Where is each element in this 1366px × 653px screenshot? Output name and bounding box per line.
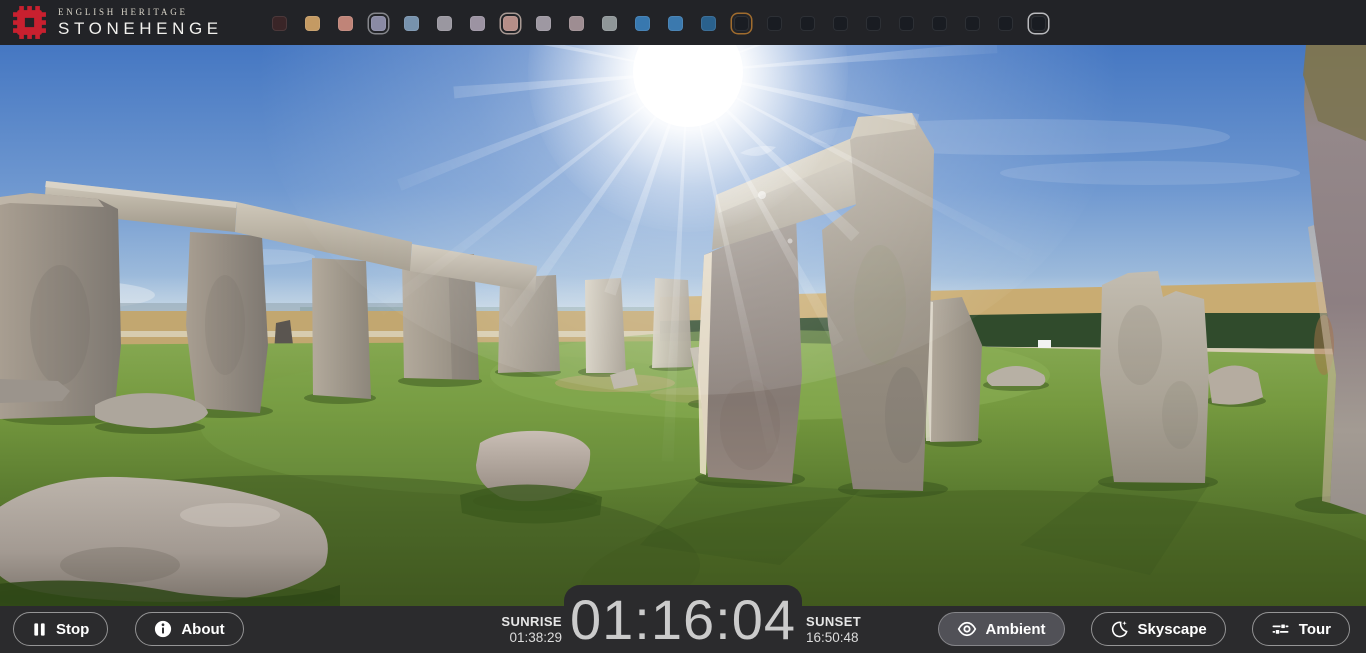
about-label: About [181, 621, 224, 638]
moon-star-icon [1110, 620, 1129, 639]
brand-text: ENGLISH HERITAGE STONEHENGE [58, 5, 223, 40]
tour-button[interactable]: Tour [1252, 612, 1350, 646]
header-bar: ENGLISH HERITAGE STONEHENGE [0, 0, 1366, 45]
sunrise-label: SUNRISE [501, 614, 562, 630]
skyscape-label: Skyscape [1138, 621, 1207, 638]
time-swatch-9[interactable] [569, 16, 584, 31]
footer-left-buttons: Stop About [13, 612, 244, 646]
english-heritage-logo-icon [11, 4, 48, 41]
time-swatch-strip [272, 16, 1046, 31]
time-swatch-7[interactable] [503, 16, 518, 31]
clock-time: 01:16:04 [564, 585, 802, 653]
skyscape-app: ENGLISH HERITAGE STONEHENGE [0, 0, 1366, 653]
sunrise-time: 01:38:29 [501, 630, 562, 646]
sunset-time: 16:50:48 [806, 630, 861, 646]
stop-button[interactable]: Stop [13, 612, 108, 646]
ambient-label: Ambient [986, 621, 1046, 638]
time-swatch-3[interactable] [371, 16, 386, 31]
time-swatch-0[interactable] [272, 16, 287, 31]
time-swatch-8[interactable] [536, 16, 551, 31]
brand: ENGLISH HERITAGE STONEHENGE [11, 4, 223, 41]
clock-panel: 01:16:04 [564, 585, 802, 653]
time-swatch-6[interactable] [470, 16, 485, 31]
skyscape-button[interactable]: Skyscape [1091, 612, 1226, 646]
time-swatch-23[interactable] [1031, 16, 1046, 31]
brand-eyebrow: ENGLISH HERITAGE [58, 7, 223, 18]
sunrise-block: SUNRISE 01:38:29 [501, 614, 562, 646]
time-swatch-1[interactable] [305, 16, 320, 31]
about-button[interactable]: About [135, 612, 243, 646]
time-swatch-20[interactable] [932, 16, 947, 31]
footer-right-buttons: Ambient Skyscape Tour [938, 612, 1350, 646]
time-swatch-10[interactable] [602, 16, 617, 31]
time-swatch-14[interactable] [734, 16, 749, 31]
time-swatch-4[interactable] [404, 16, 419, 31]
ambient-button[interactable]: Ambient [938, 612, 1065, 646]
time-swatch-13[interactable] [701, 16, 716, 31]
time-swatch-17[interactable] [833, 16, 848, 31]
brand-title: STONEHENGE [58, 18, 223, 40]
time-swatch-12[interactable] [668, 16, 683, 31]
time-swatch-11[interactable] [635, 16, 650, 31]
sunset-label: SUNSET [806, 614, 861, 630]
time-swatch-16[interactable] [800, 16, 815, 31]
sunset-block: SUNSET 16:50:48 [806, 614, 861, 646]
time-swatch-19[interactable] [899, 16, 914, 31]
time-swatch-5[interactable] [437, 16, 452, 31]
tour-label: Tour [1299, 621, 1331, 638]
sliders-icon [1271, 620, 1290, 639]
time-swatch-18[interactable] [866, 16, 881, 31]
time-swatch-22[interactable] [998, 16, 1013, 31]
info-icon [154, 620, 172, 638]
stop-label: Stop [56, 621, 89, 638]
time-swatch-2[interactable] [338, 16, 353, 31]
pause-icon [32, 622, 47, 637]
time-swatch-15[interactable] [767, 16, 782, 31]
eye-icon [957, 619, 977, 639]
stonehenge-panorama[interactable] [0, 45, 1366, 606]
time-swatch-21[interactable] [965, 16, 980, 31]
